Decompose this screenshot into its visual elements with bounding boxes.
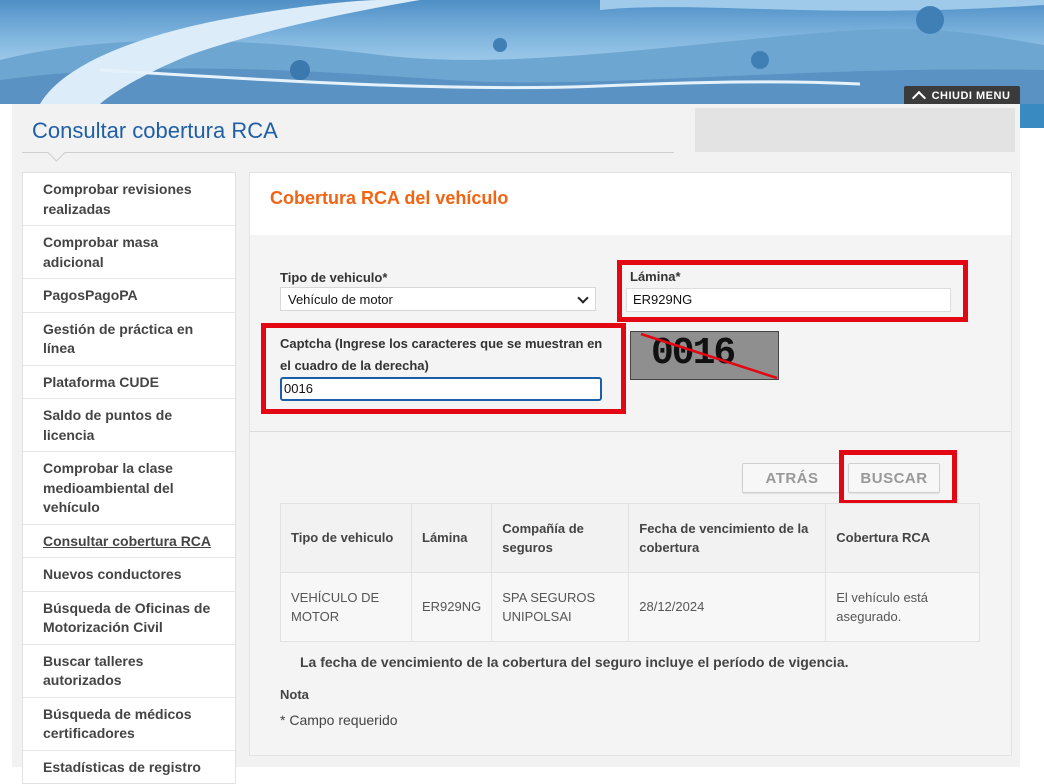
col-header: Tipo de vehiculo	[280, 503, 412, 573]
section-header: Cobertura RCA del vehículo	[250, 173, 1011, 235]
sidebar-item-label: Búsqueda de médicos certificadores	[43, 705, 192, 742]
title-divider	[22, 152, 674, 153]
main-panel: Cobertura RCA del vehículo Tipo de vehic…	[249, 172, 1012, 756]
section-title: Cobertura RCA del vehículo	[270, 188, 509, 208]
captcha-image: 0016	[630, 331, 779, 380]
captcha-strike-line	[640, 332, 778, 379]
chevron-up-icon	[911, 90, 926, 106]
header-search-area[interactable]	[695, 108, 1015, 152]
table-cell: VEHÍCULO DE MOTOR	[280, 572, 412, 642]
plate-input-value: ER929NG	[633, 292, 693, 307]
sidebar-nav: Comprobar revisiones realizadas Comproba…	[22, 172, 236, 784]
sidebar-item-plataforma-cude[interactable]: Plataforma CUDE	[23, 366, 235, 399]
note-heading: Nota	[280, 687, 309, 702]
close-menu-button[interactable]: CHIUDI MENU	[904, 86, 1020, 106]
vehicle-type-label: Tipo de vehiculo*	[280, 270, 388, 285]
sidebar-item-label: Comprobar revisiones realizadas	[43, 181, 192, 217]
table-cell: El vehículo está asegurado.	[825, 572, 980, 642]
sidebar-item-comprobar-masa[interactable]: Comprobar masa adicional	[23, 226, 235, 279]
col-header: Lámina	[410, 503, 493, 573]
landscape-image	[0, 0, 1044, 104]
close-menu-label: CHIUDI MENU	[931, 90, 1011, 102]
sidebar-item-label: Nuevos conductores	[43, 566, 182, 582]
results-table: Tipo de vehiculo Lámina Compañía de segu…	[280, 503, 980, 642]
coverage-note: La fecha de vencimiento de la cobertura …	[300, 654, 849, 670]
sidebar-item-label: Consultar cobertura RCA	[43, 532, 212, 549]
required-note: * Campo requerido	[280, 712, 398, 728]
page-title: Consultar cobertura RCA	[32, 118, 278, 143]
table-row: VEHÍCULO DE MOTOR ER929NG SPA SEGUROS UN…	[280, 572, 980, 642]
sidebar-item-label: Saldo de puntos de licencia	[43, 407, 173, 443]
sidebar-item-label: Plataforma CUDE	[43, 373, 159, 390]
table-cell: 28/12/2024	[628, 572, 827, 642]
chevron-down-icon	[577, 292, 589, 304]
banner-edge	[1020, 104, 1044, 128]
sidebar-item-saldo-puntos[interactable]: Saldo de puntos de licencia	[23, 399, 235, 452]
sidebar-item-clase-medioambiental[interactable]: Comprobar la clase medioambiental del ve…	[23, 452, 235, 525]
sidebar-item-label: Buscar talleres autorizados	[43, 652, 144, 689]
header-banner	[0, 0, 1044, 104]
back-button[interactable]: ATRÁS	[742, 463, 842, 493]
sidebar-item-comprobar-revisiones[interactable]: Comprobar revisiones realizadas	[23, 173, 235, 226]
sidebar-item-oficinas-motorizacion[interactable]: Búsqueda de Oficinas de Motorización Civ…	[23, 592, 235, 645]
vehicle-type-select[interactable]: Vehículo de motor	[280, 287, 596, 311]
sidebar-item-medicos[interactable]: Búsqueda de médicos certificadores	[23, 698, 235, 751]
captcha-input[interactable]: 0016	[280, 377, 602, 401]
sidebar-item-pagospagopa[interactable]: PagosPagoPA	[23, 279, 235, 313]
sidebar-item-label: Comprobar la clase medioambiental del ve…	[43, 460, 174, 515]
table-cell: ER929NG	[410, 572, 493, 642]
vehicle-type-value: Vehículo de motor	[288, 292, 393, 307]
sidebar-item-label: Comprobar masa adicional	[43, 234, 159, 270]
plate-input[interactable]: ER929NG	[626, 288, 951, 312]
sidebar-item-gestion-practica[interactable]: Gestión de práctica en línea	[23, 313, 235, 366]
sidebar-item-label: PagosPagoPA	[43, 287, 138, 303]
plate-label: Lámina*	[630, 269, 681, 284]
sidebar-item-talleres[interactable]: Buscar talleres autorizados	[23, 645, 235, 698]
table-header-row: Tipo de vehiculo Lámina Compañía de segu…	[280, 503, 980, 573]
col-header: Cobertura RCA	[825, 503, 980, 573]
sidebar-item-nuevos-conductores[interactable]: Nuevos conductores	[23, 558, 235, 592]
col-header: Fecha de vencimiento de la cobertura	[628, 503, 827, 573]
search-button[interactable]: BUSCAR	[848, 463, 940, 493]
captcha-label: Captcha (Ingrese los caracteres que se m…	[280, 336, 603, 373]
sidebar-item-cobertura-rca[interactable]: Consultar cobertura RCA	[23, 525, 235, 558]
col-header: Compañía de seguros	[491, 503, 630, 573]
table-cell: SPA SEGUROS UNIPOLSAI	[491, 572, 630, 642]
captcha-input-value: 0016	[284, 381, 313, 396]
sidebar-item-label: Gestión de práctica en línea	[43, 320, 194, 357]
sidebar-item-label: Búsqueda de Oficinas de Motorización Civ…	[43, 599, 211, 636]
